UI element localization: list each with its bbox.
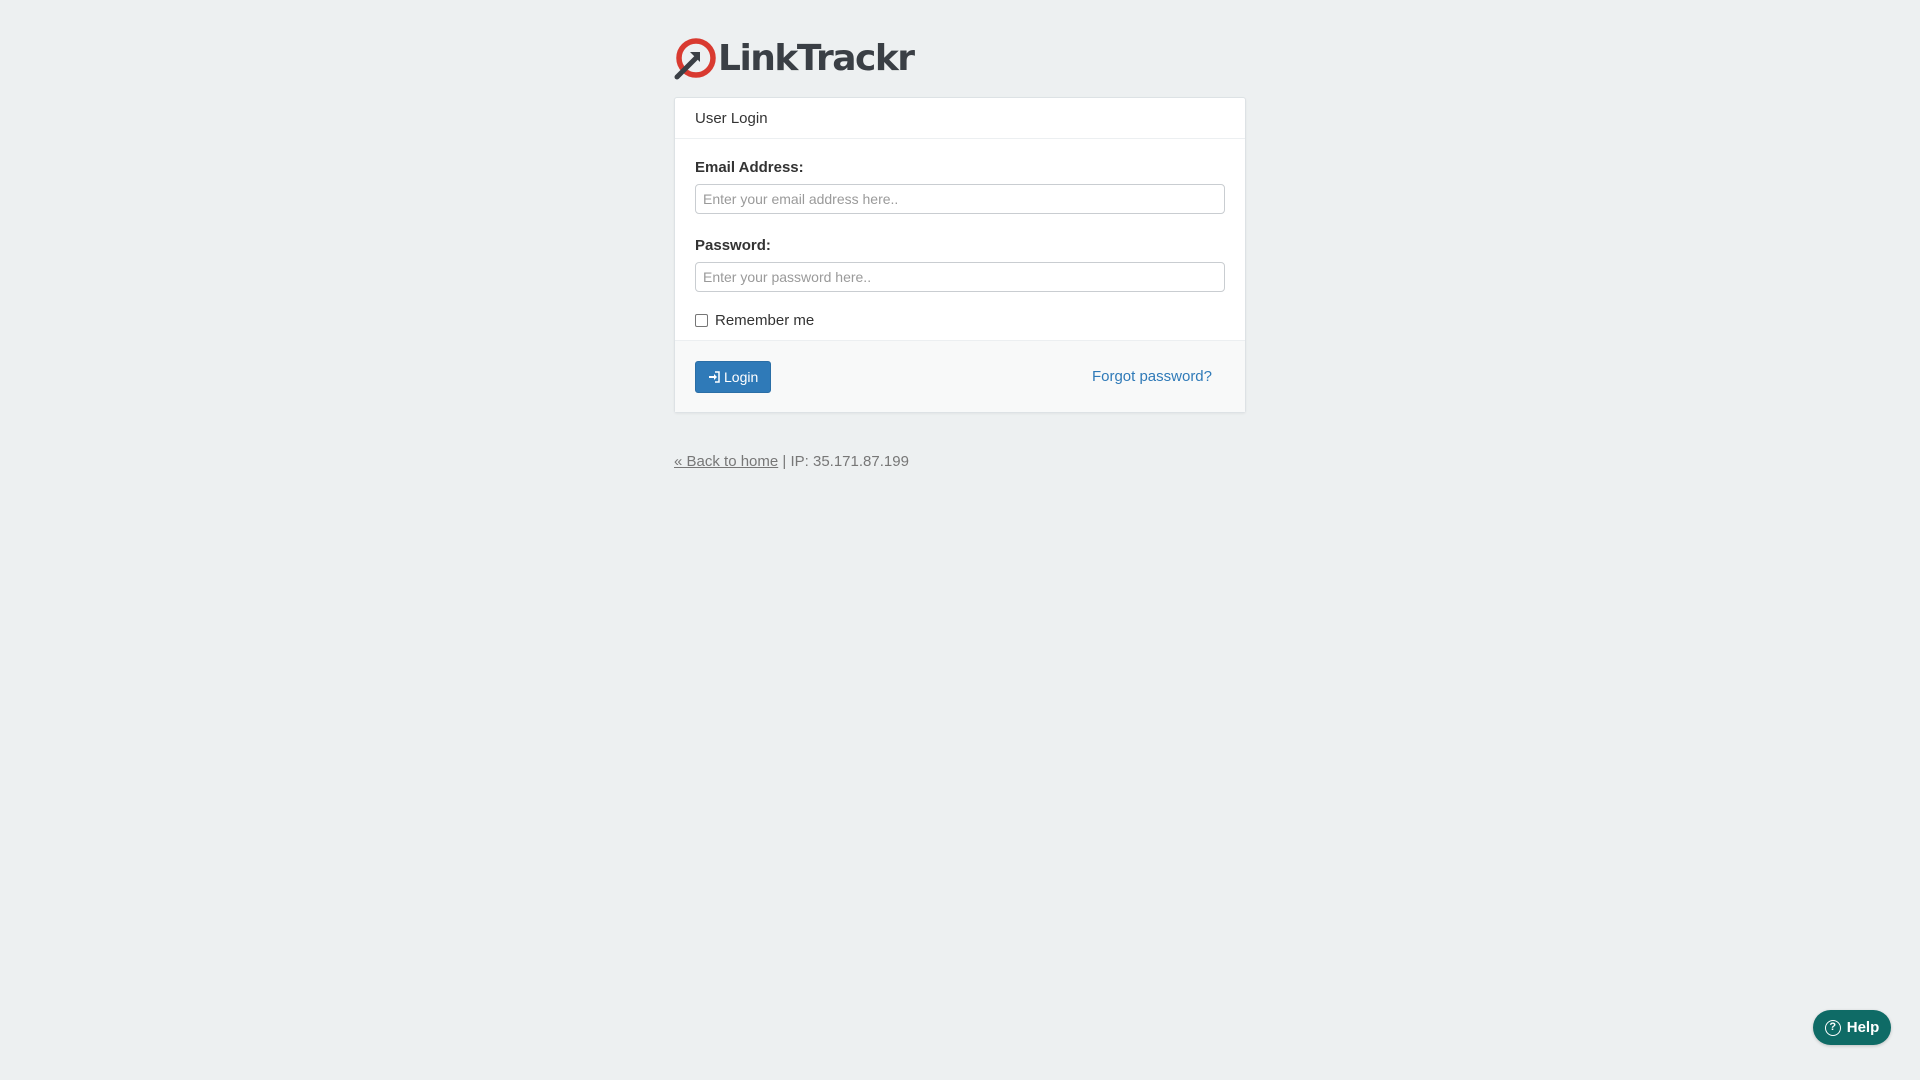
sign-in-icon	[709, 370, 720, 383]
login-button[interactable]: Login	[695, 360, 772, 393]
email-label: Email Address:	[695, 159, 804, 176]
login-button-label: Login	[724, 368, 759, 385]
card-header: User Login	[675, 98, 1245, 139]
password-group: Password:	[695, 237, 1225, 292]
ip-address: IP: 35.171.87.199	[790, 453, 909, 470]
bottom-info: « Back to home | IP: 35.171.87.199	[674, 453, 1246, 470]
email-group: Email Address:	[695, 159, 1225, 214]
forgot-password-link[interactable]: Forgot password?	[1092, 368, 1212, 385]
login-card: User Login Email Address: Password: Reme…	[674, 97, 1246, 413]
brand-name: LinkTrackr	[718, 38, 915, 79]
card-footer: Login Forgot password?	[675, 340, 1245, 412]
email-field[interactable]	[695, 184, 1225, 214]
login-container: LinkTrackr User Login Email Address: Pas…	[674, 38, 1246, 470]
separator: |	[782, 453, 787, 470]
card-body: Email Address: Password: Remember me	[675, 139, 1245, 330]
back-to-home-link[interactable]: « Back to home	[674, 453, 778, 470]
password-field[interactable]	[695, 262, 1225, 292]
brand-logo: LinkTrackr	[674, 38, 1246, 80]
help-button[interactable]: ? Help	[1813, 1010, 1891, 1045]
arrow-circle-logo-icon	[674, 38, 716, 80]
remember-me: Remember me	[695, 310, 1225, 330]
password-label: Password:	[695, 237, 771, 254]
remember-me-checkbox[interactable]	[695, 313, 708, 327]
help-button-label: Help	[1846, 1019, 1880, 1036]
remember-me-label[interactable]: Remember me	[715, 312, 814, 329]
question-circle-icon: ?	[1824, 1019, 1841, 1036]
